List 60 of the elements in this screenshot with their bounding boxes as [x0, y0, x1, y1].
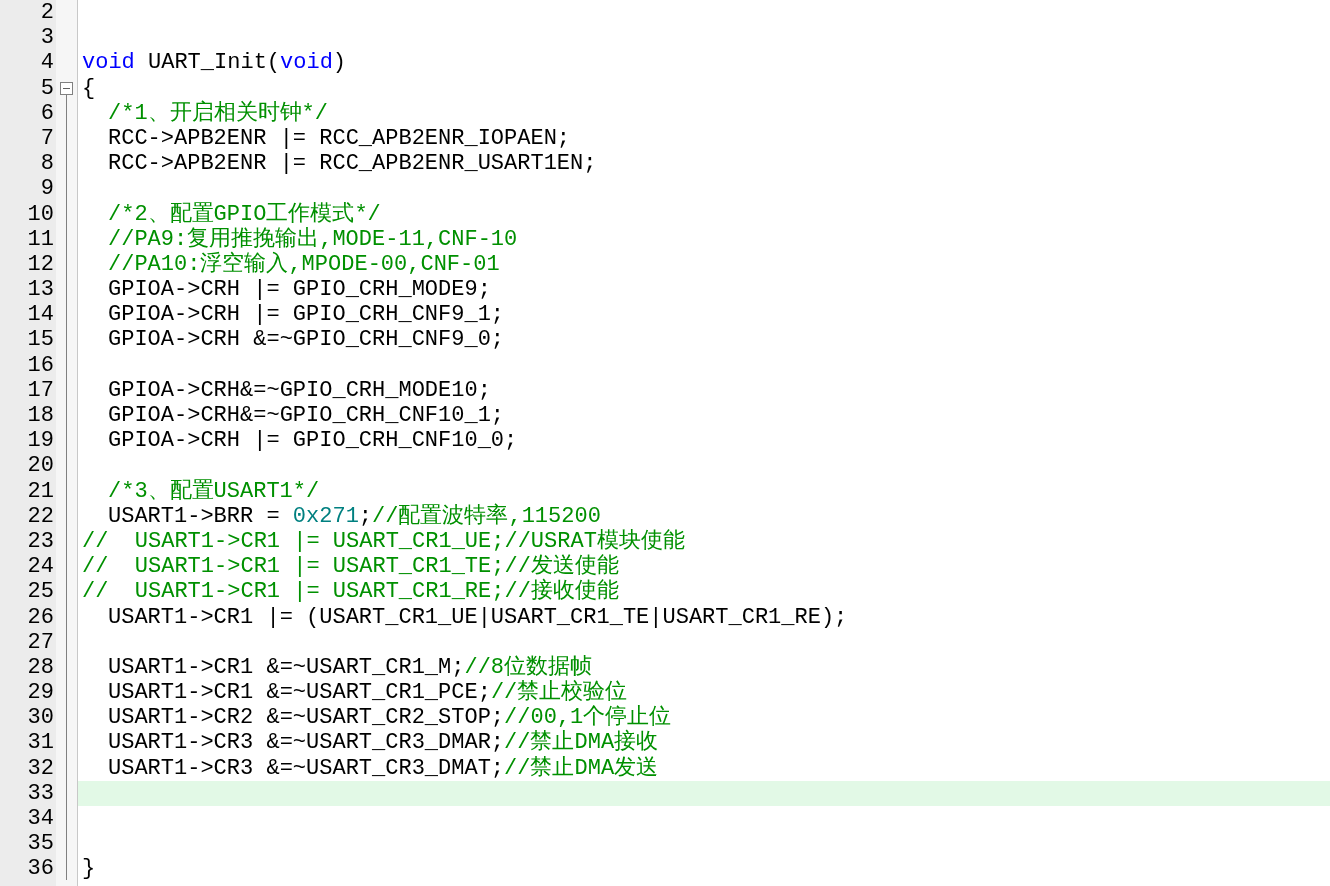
- line-number: 4: [39, 50, 55, 76]
- code-line: USART1->CR1 &=~USART_CR1_M;//8位数据帧: [108, 654, 593, 680]
- code-line: /*2、配置GPIO工作模式*/: [108, 201, 381, 227]
- line-number: 10: [26, 201, 55, 227]
- code-line: GPIOA->CRH |= GPIO_CRH_MODE9;: [108, 277, 491, 303]
- line-number: 27: [26, 629, 55, 655]
- line-number: 22: [26, 503, 55, 529]
- code-line: GPIOA->CRH&=~GPIO_CRH_CNF10_1;: [108, 403, 505, 428]
- line-number: 19: [26, 428, 55, 454]
- line-number: 35: [26, 831, 55, 857]
- line-number: 11: [26, 226, 55, 252]
- line-number: 29: [26, 680, 55, 706]
- line-number: 8: [39, 151, 55, 177]
- code-line: /*3、配置USART1*/: [108, 478, 320, 504]
- code-line: {: [82, 75, 96, 101]
- code-line: GPIOA->CRH |= GPIO_CRH_CNF10_0;: [108, 428, 518, 454]
- code-line: // USART1->CR1 |= USART_CR1_RE;//接收使能: [82, 579, 619, 605]
- line-number: 16: [26, 352, 55, 378]
- code-line: //PA9:复用推挽输出,MODE-11,CNF-10: [108, 226, 518, 252]
- code-line: RCC->APB2ENR |= RCC_APB2ENR_IOPAEN;: [108, 125, 571, 151]
- line-number: 7: [39, 125, 55, 152]
- code-line: //PA10:浮空输入,MPODE-00,CNF-01: [108, 251, 500, 277]
- code-line: USART1->CR1 |= (USART_CR1_UE|USART_CR1_TE|USART_CR1_RE);: [108, 604, 848, 630]
- line-number: 23: [26, 528, 55, 555]
- code-line: }: [82, 856, 96, 882]
- code-line: USART1->CR3 &=~USART_CR3_DMAT;//禁止DMA发送: [108, 755, 659, 781]
- fold-minus-icon[interactable]: [60, 81, 73, 95]
- code-line: RCC->APB2ENR |= RCC_APB2ENR_USART1EN;: [108, 151, 597, 177]
- line-number: 21: [26, 478, 55, 504]
- line-number: 28: [26, 654, 55, 681]
- line-number: 32: [26, 755, 55, 781]
- code-line: USART1->BRR = 0x271;//配置波特率,115200: [108, 503, 601, 529]
- line-number: 14: [26, 302, 55, 328]
- line-number: 18: [26, 403, 55, 429]
- line-number: 26: [26, 604, 55, 630]
- code-line: GPIOA->CRH |= GPIO_CRH_CNF9_1;: [108, 302, 505, 328]
- code-line: void UART_Init(void): [82, 50, 347, 76]
- line-number: 33: [26, 780, 55, 806]
- code-line: /*1、开启相关时钟*/: [108, 100, 328, 126]
- line-number: 30: [26, 705, 55, 731]
- code-line: USART1->CR3 &=~USART_CR3_DMAR;//禁止DMA接收: [108, 730, 659, 756]
- line-number: 12: [26, 251, 55, 278]
- line-number: 3: [39, 25, 55, 51]
- code-line: USART1->CR1 &=~USART_CR1_PCE;//禁止校验位: [108, 680, 628, 706]
- line-number: 24: [26, 554, 55, 580]
- line-number: 36: [26, 856, 55, 882]
- line-number: 31: [26, 730, 55, 756]
- code-line: GPIOA->CRH&=~GPIO_CRH_MODE10;: [108, 377, 491, 403]
- code-line: GPIOA->CRH &=~GPIO_CRH_CNF9_0;: [108, 327, 505, 353]
- line-number: 17: [26, 377, 55, 403]
- line-number: 15: [26, 327, 55, 353]
- code-line: // USART1->CR1 |= USART_CR1_UE;//USRAT模块使能: [82, 528, 685, 554]
- line-number: 20: [26, 453, 55, 479]
- line-number: 6: [39, 100, 55, 126]
- line-number: 9: [39, 176, 55, 202]
- line-number: 13: [26, 277, 55, 303]
- line-number: 34: [26, 806, 55, 832]
- line-number: 2: [39, 0, 55, 26]
- line-number: 5: [39, 75, 55, 101]
- line-number: 25: [26, 579, 55, 605]
